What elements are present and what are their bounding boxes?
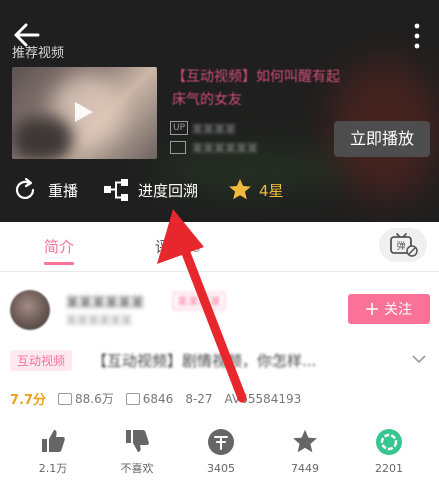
coin-count: 3405 — [207, 462, 235, 475]
danmaku-tv-icon: 弹 — [390, 233, 418, 257]
coin-button[interactable]: 3405 — [191, 428, 251, 475]
tab-comments[interactable]: 评 209 — [155, 236, 201, 257]
coin-icon — [208, 429, 234, 455]
interactive-video-tag: 互动视频 — [10, 350, 73, 371]
svg-text:弹: 弹 — [396, 240, 405, 252]
danmaku-count: 6846 — [125, 391, 174, 406]
recommended-video-title[interactable]: 【互动视频】如何叫醒有起床气的女友 — [172, 66, 352, 112]
wechat-moments-icon — [376, 429, 402, 455]
score: 7.7分 — [10, 393, 47, 408]
recommended-uploader-name: 某某某某 — [192, 123, 236, 136]
video-title: 【互动视频】剧情视频，你怎样... — [92, 352, 317, 370]
recommended-section-label: 推荐视频 — [12, 46, 65, 61]
recommended-view-count: 某某某某某某 — [192, 142, 258, 155]
dislike-button[interactable]: 不喜欢 — [107, 428, 167, 476]
danmaku-icon — [125, 392, 140, 405]
thumbs-down-icon — [126, 430, 149, 452]
chevron-down-icon[interactable] — [412, 354, 426, 364]
star-icon — [293, 429, 317, 453]
up-badge: UP — [170, 121, 189, 135]
like-button[interactable]: 2.1万 — [23, 428, 83, 476]
danmaku-toggle-button[interactable]: 弹 — [379, 228, 427, 262]
like-count: 2.1万 — [38, 462, 68, 475]
uploader-name[interactable]: 某某某某某某 — [66, 292, 144, 311]
tab-comments-label: 评 — [155, 238, 171, 256]
progress-rewind-label: 进度回溯 — [138, 181, 199, 200]
uploader-tag: 某某某某 — [173, 292, 225, 310]
branch-tree-icon — [104, 179, 128, 201]
av-number: AV65584193 — [224, 391, 302, 406]
replay-label: 重播 — [48, 181, 79, 200]
thumbs-up-icon — [42, 430, 65, 452]
favorite-count: 7449 — [291, 462, 319, 475]
progress-rewind-button[interactable]: 进度回溯 — [102, 176, 198, 204]
play-count-icon — [58, 392, 73, 405]
rating-label: 4星 — [259, 181, 284, 200]
video-stats: 7.7分 88.6万 6846 8-27 AV65584193 — [10, 389, 313, 409]
play-now-button[interactable]: 立即播放 — [334, 121, 430, 157]
more-vertical-icon[interactable] — [411, 22, 423, 50]
uploader-fans: 某某某某某某 — [66, 314, 132, 327]
view-count-value: 88.6万 — [75, 392, 114, 406]
follow-label: 关注 — [384, 302, 412, 318]
danmaku-count-value: 6846 — [142, 391, 174, 406]
tab-divider — [0, 271, 439, 272]
play-count-icon — [170, 141, 186, 154]
favorite-button[interactable]: 7449 — [275, 428, 335, 475]
tab-active-indicator — [44, 262, 74, 265]
dislike-label: 不喜欢 — [120, 462, 154, 475]
star-icon — [229, 178, 251, 200]
follow-button[interactable]: 关注 — [348, 294, 430, 324]
share-count: 2201 — [375, 462, 403, 475]
publish-date: 8-27 — [185, 391, 213, 406]
play-icon[interactable] — [73, 100, 95, 124]
tab-intro[interactable]: 简介 — [44, 236, 74, 257]
rating-button[interactable]: 4星 — [227, 176, 284, 204]
avatar[interactable] — [10, 290, 50, 330]
tab-comments-count: 209 — [176, 241, 201, 256]
view-count: 88.6万 — [58, 390, 114, 407]
plus-icon — [366, 303, 378, 315]
share-button[interactable]: 2201 — [359, 428, 419, 475]
video-end-panel: 推荐视频 【互动视频】如何叫醒有起床气的女友 UP 某某某某 某某某某某某 立即… — [0, 0, 439, 222]
replay-button[interactable]: 重播 — [12, 176, 78, 204]
replay-icon — [15, 177, 35, 199]
